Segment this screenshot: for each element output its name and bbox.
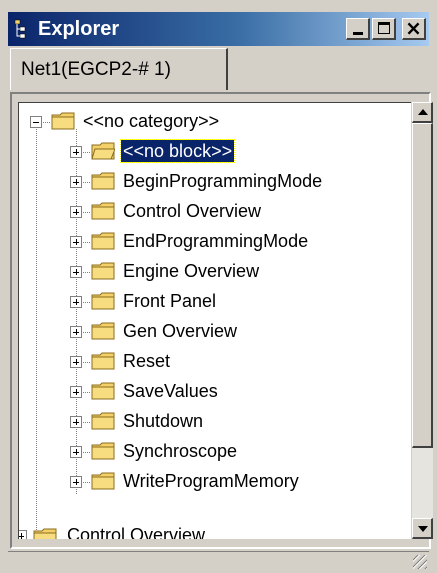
tree-node-label: BeginProgrammingMode [123,171,323,191]
tree-node-label: WriteProgramMemory [123,471,299,491]
vertical-scrollbar[interactable] [412,102,433,539]
expand-icon[interactable] [70,296,82,308]
arrow-down-icon [418,526,428,532]
expand-icon[interactable] [70,326,82,338]
tree-node-label: Engine Overview [123,261,260,281]
minimize-button[interactable] [346,18,370,40]
tree-root-category[interactable]: <<no category>> [19,107,411,137]
window-title: Explorer [38,18,120,40]
folder-icon [91,262,115,280]
expand-icon[interactable] [70,416,82,428]
folder-icon [91,382,115,400]
arrow-up-icon [418,109,428,115]
tree-node-label: Control Overview [67,525,206,539]
expand-icon[interactable] [70,446,82,458]
folder-icon [91,232,115,250]
tree-node-label: Shutdown [123,411,204,431]
resize-grip-icon[interactable] [413,555,427,569]
collapse-icon[interactable] [30,116,42,128]
tree-item[interactable]: Synchroscope [19,437,411,467]
expand-icon[interactable] [70,386,82,398]
tree-item[interactable]: Shutdown [19,407,411,437]
explorer-window: Explorer × Net1(EGCP2-# 1) <<no category… [0,0,437,573]
tree-item[interactable]: Gen Overview [19,317,411,347]
tree-panel: <<no category>> <<no block>> BeginProgram… [10,92,433,549]
tree-item[interactable]: EndProgrammingMode [19,227,411,257]
status-bar [8,551,429,571]
tree-item[interactable]: BeginProgrammingMode [19,167,411,197]
tab-label: Net1(EGCP2-# 1) [21,59,171,80]
tab-net1[interactable]: Net1(EGCP2-# 1) [10,48,228,90]
tree-node-label: SaveValues [123,381,218,401]
tree-node-label: Gen Overview [123,321,238,341]
expand-icon[interactable] [70,206,82,218]
maximize-icon [378,22,390,34]
tree-node-label: Control Overview [123,201,262,221]
tree-item[interactable]: Control Overview [19,197,411,227]
folder-icon [91,472,115,490]
folder-icon [33,528,57,539]
explorer-tree-icon [14,19,26,39]
tree-node-label: <<no category>> [83,111,220,131]
folder-icon [91,322,115,340]
tree-item[interactable]: WriteProgramMemory [19,467,411,497]
expand-icon[interactable] [70,176,82,188]
tree-node-label: Front Panel [123,291,217,311]
expand-icon[interactable] [19,530,27,539]
folder-open-icon [91,142,115,160]
expand-icon[interactable] [70,146,82,158]
folder-icon [91,202,115,220]
maximize-button[interactable] [372,18,396,40]
folder-icon [91,412,115,430]
close-button[interactable]: × [402,16,426,40]
folder-icon [91,172,115,190]
tree-item[interactable]: Engine Overview [19,257,411,287]
tree-item[interactable]: Reset [19,347,411,377]
scroll-thumb[interactable] [412,123,433,448]
tree-node-label: <<no block>> [119,139,236,163]
tree-item[interactable]: Front Panel [19,287,411,317]
close-icon: × [405,16,422,40]
folder-icon [91,292,115,310]
folder-icon [51,112,75,130]
title-bar[interactable]: Explorer × [8,12,429,46]
scroll-down-button[interactable] [412,518,433,539]
tree-node-label: EndProgrammingMode [123,231,309,251]
tree-node-label: Reset [123,351,171,371]
scroll-up-button[interactable] [412,102,433,123]
expand-icon[interactable] [70,476,82,488]
tree-node-label: Synchroscope [123,441,238,461]
tree-item[interactable]: <<no block>> [19,137,411,167]
minimize-icon [353,32,363,35]
expand-icon[interactable] [70,236,82,248]
folder-icon [91,442,115,460]
tree-item[interactable]: SaveValues [19,377,411,407]
tree-root-control-overview[interactable]: Control Overview [19,525,411,539]
expand-icon[interactable] [70,356,82,368]
expand-icon[interactable] [70,266,82,278]
tree-view[interactable]: <<no category>> <<no block>> BeginProgram… [18,102,411,539]
folder-icon [91,352,115,370]
